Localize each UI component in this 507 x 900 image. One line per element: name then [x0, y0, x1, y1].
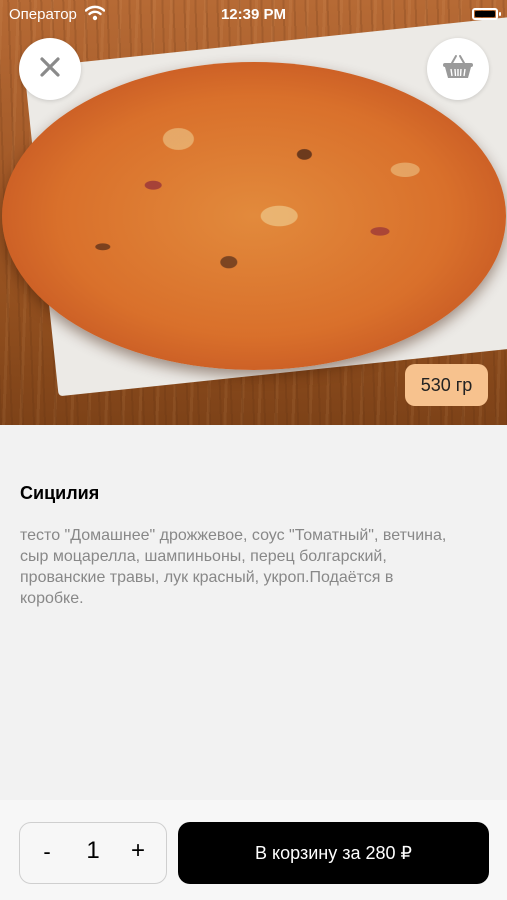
- increase-button[interactable]: +: [124, 837, 152, 867]
- quantity-stepper: - 1 +: [19, 822, 167, 884]
- basket-icon: [442, 54, 474, 85]
- product-title: Сицилия: [20, 483, 100, 503]
- quantity-value: 1: [86, 837, 100, 864]
- product-description: тесто "Домашнее" дрожжевое, соус "Томатн…: [20, 527, 447, 607]
- close-button[interactable]: [19, 38, 81, 100]
- status-bar: Оператор 12:39 PM: [0, 0, 507, 30]
- cart-button[interactable]: [427, 38, 489, 100]
- decrease-button[interactable]: -: [34, 839, 60, 867]
- battery-icon: [472, 8, 501, 20]
- pizza-photo: [2, 62, 506, 370]
- status-time: 12:39 PM: [220, 6, 287, 23]
- add-to-cart-button[interactable]: В корзину за 280 ₽: [178, 822, 489, 884]
- weight-badge: 530 гр: [405, 364, 488, 406]
- close-icon: [39, 56, 61, 83]
